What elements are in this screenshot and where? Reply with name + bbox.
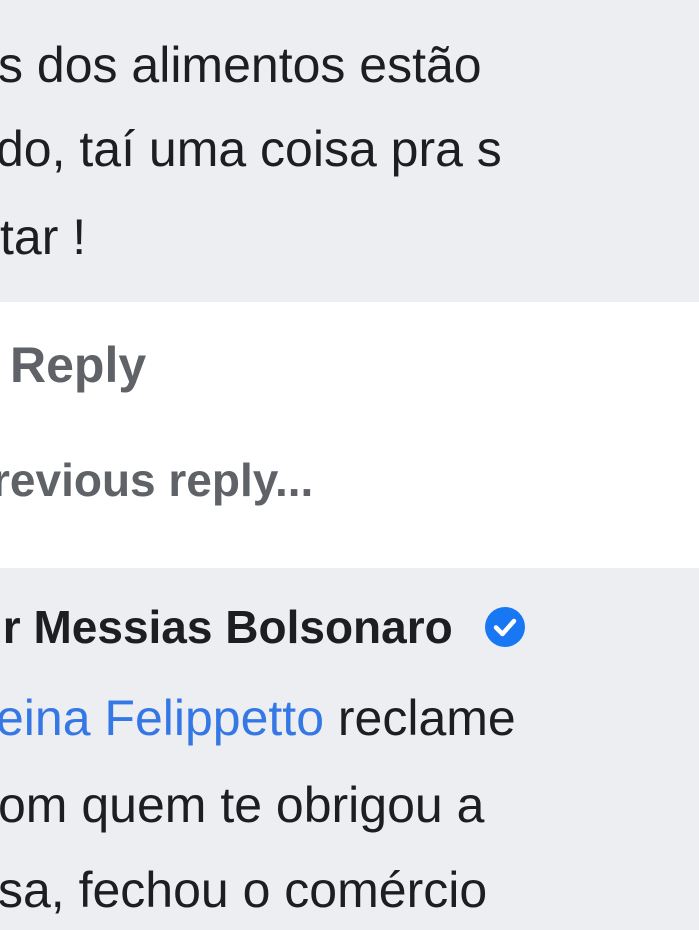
comment-text-line: s dos alimentos estão <box>0 37 482 93</box>
comment-author-name[interactable]: ir Messias Bolsonaro <box>0 600 453 654</box>
comment-text-line: do, taí uma coisa pra s <box>0 121 502 177</box>
comment-text-line: tar ! <box>0 209 87 265</box>
view-previous-reply-link[interactable]: revious reply... <box>0 453 313 507</box>
comment-bubble-top: s dos alimentos estão do, taí uma coisa … <box>0 0 699 302</box>
mention-link[interactable]: eina Felippetto <box>0 690 324 746</box>
reply-text-segment: reclame <box>324 690 516 746</box>
reply-text-line-1: eina Felippetto reclame <box>0 690 516 746</box>
reply-text-line-3: sa, fechou o comércio <box>0 862 488 918</box>
reply-text-line-2: om quem te obrigou a <box>0 777 485 833</box>
verified-badge-icon <box>484 607 525 647</box>
reply-button[interactable]: Reply <box>10 336 146 394</box>
comment-author-row: ir Messias Bolsonaro <box>0 600 527 654</box>
